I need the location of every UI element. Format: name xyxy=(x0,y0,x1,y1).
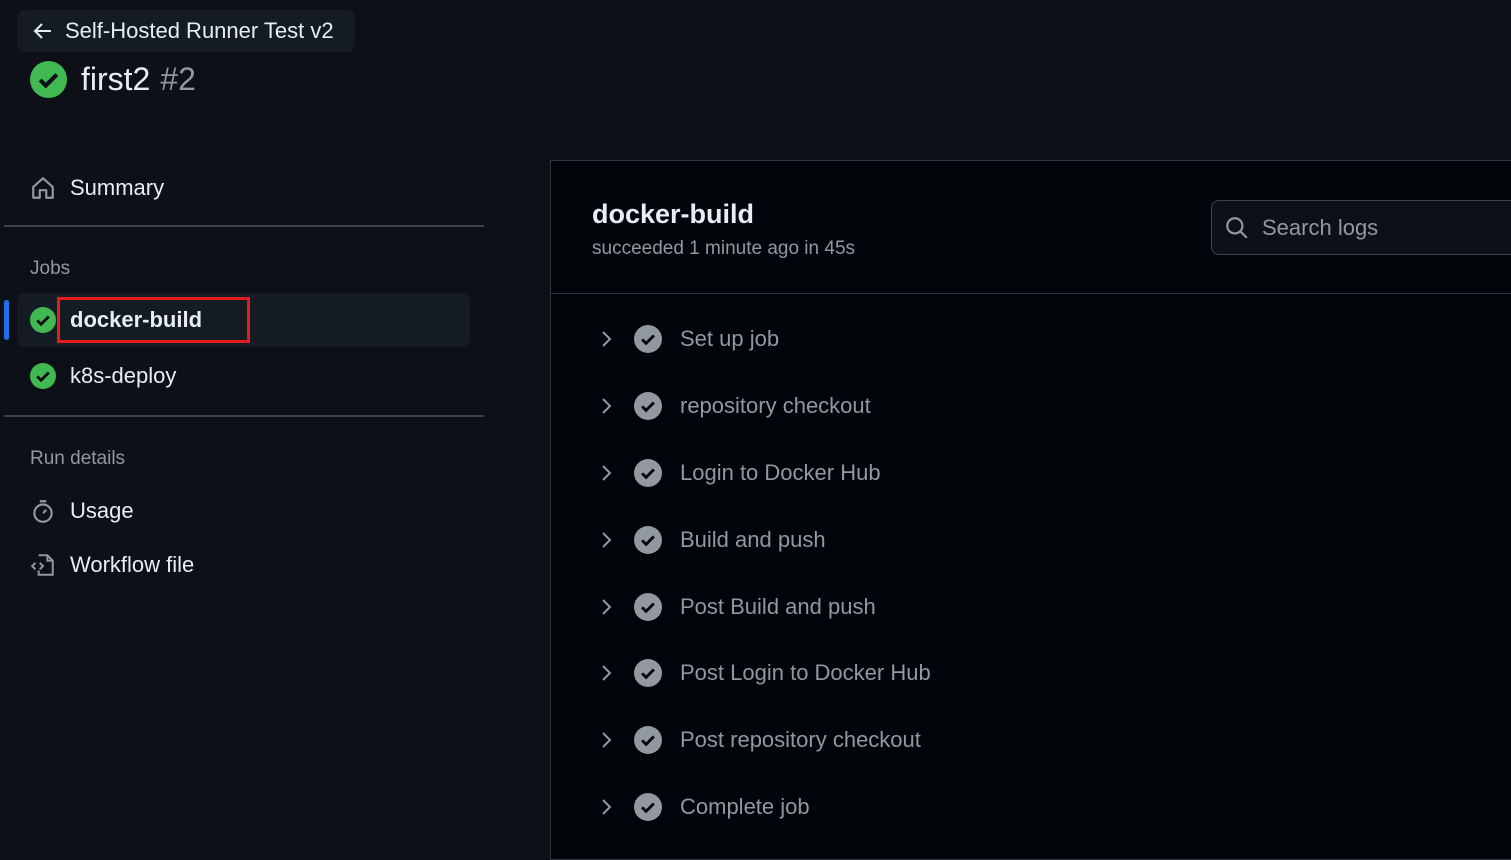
step-label: repository checkout xyxy=(680,393,871,419)
search-icon xyxy=(1226,216,1248,239)
chevron-right-icon[interactable] xyxy=(596,463,616,483)
step-row[interactable]: Post Build and push xyxy=(551,573,1511,640)
sidebar-job-docker-build[interactable]: docker-build xyxy=(17,293,470,347)
step-success-icon xyxy=(634,792,662,821)
step-row[interactable]: Build and push xyxy=(551,506,1511,573)
step-success-icon xyxy=(634,659,662,688)
step-row[interactable]: Post repository checkout xyxy=(551,707,1511,774)
workflow-file-label: Workflow file xyxy=(70,552,195,577)
step-success-icon xyxy=(634,726,662,755)
step-label: Complete job xyxy=(680,793,810,819)
chevron-right-icon[interactable] xyxy=(596,396,616,416)
step-label: Post repository checkout xyxy=(680,727,921,753)
step-label: Post Login to Docker Hub xyxy=(680,660,931,686)
chevron-right-icon[interactable] xyxy=(596,530,616,550)
step-row[interactable]: Post Login to Docker Hub xyxy=(551,640,1511,707)
run-details-heading: Run details xyxy=(30,448,126,469)
chevron-right-icon[interactable] xyxy=(596,597,616,617)
run-title: first2 xyxy=(81,61,151,97)
step-label: Post Build and push xyxy=(680,593,876,619)
back-label: Self-Hosted Runner Test v2 xyxy=(65,18,334,43)
step-label: Login to Docker Hub xyxy=(680,459,881,485)
chevron-right-icon[interactable] xyxy=(596,329,616,349)
summary-label: Summary xyxy=(70,175,165,200)
success-check-icon xyxy=(30,307,56,333)
job-label: k8s-deploy xyxy=(70,363,177,388)
stopwatch-icon xyxy=(33,500,53,523)
job-header: docker-build succeeded 1 minute ago in 4… xyxy=(551,161,1511,294)
active-indicator xyxy=(4,300,9,340)
job-name: docker-build xyxy=(592,199,755,229)
search-logs[interactable] xyxy=(1211,200,1511,255)
chevron-right-icon[interactable] xyxy=(596,663,616,683)
step-row[interactable]: repository checkout xyxy=(551,373,1511,440)
job-status: succeeded 1 minute ago in 45s xyxy=(592,238,856,259)
sidebar-job-k8s-deploy[interactable]: k8s-deploy xyxy=(17,349,470,403)
step-success-icon xyxy=(634,592,662,621)
page-title: first2 #2 xyxy=(30,61,196,98)
jobs-heading: Jobs xyxy=(30,258,71,279)
file-code-icon xyxy=(30,554,54,576)
step-success-icon xyxy=(634,325,662,354)
job-log-panel: docker-build succeeded 1 minute ago in 4… xyxy=(550,160,1511,860)
step-success-icon xyxy=(634,458,662,487)
step-label: Set up job xyxy=(680,326,780,352)
steps-list: Set up job repository checkout Login to Do… xyxy=(551,306,1511,840)
search-logs-input[interactable] xyxy=(1262,214,1511,241)
step-row[interactable]: Login to Docker Hub xyxy=(551,440,1511,507)
arrow-left-icon xyxy=(33,23,51,39)
chevron-right-icon[interactable] xyxy=(596,730,616,750)
sidebar-item-summary[interactable]: Summary xyxy=(17,161,470,215)
home-icon xyxy=(32,177,54,199)
success-check-icon xyxy=(30,363,56,389)
job-label: docker-build xyxy=(70,307,203,332)
divider xyxy=(4,415,484,417)
run-number: #2 xyxy=(160,61,196,97)
step-row[interactable]: Complete job xyxy=(551,774,1511,841)
sidebar-item-usage[interactable]: Usage xyxy=(17,484,470,538)
chevron-right-icon[interactable] xyxy=(596,797,616,817)
step-success-icon xyxy=(634,392,662,421)
step-success-icon xyxy=(634,525,662,554)
success-check-icon xyxy=(30,61,67,98)
sidebar-item-workflow-file[interactable]: Workflow file xyxy=(17,538,470,592)
divider xyxy=(4,225,484,227)
step-row[interactable]: Set up job xyxy=(551,306,1511,373)
usage-label: Usage xyxy=(70,498,134,523)
back-to-workflow-link[interactable]: Self-Hosted Runner Test v2 xyxy=(17,10,355,52)
step-label: Build and push xyxy=(680,526,826,552)
